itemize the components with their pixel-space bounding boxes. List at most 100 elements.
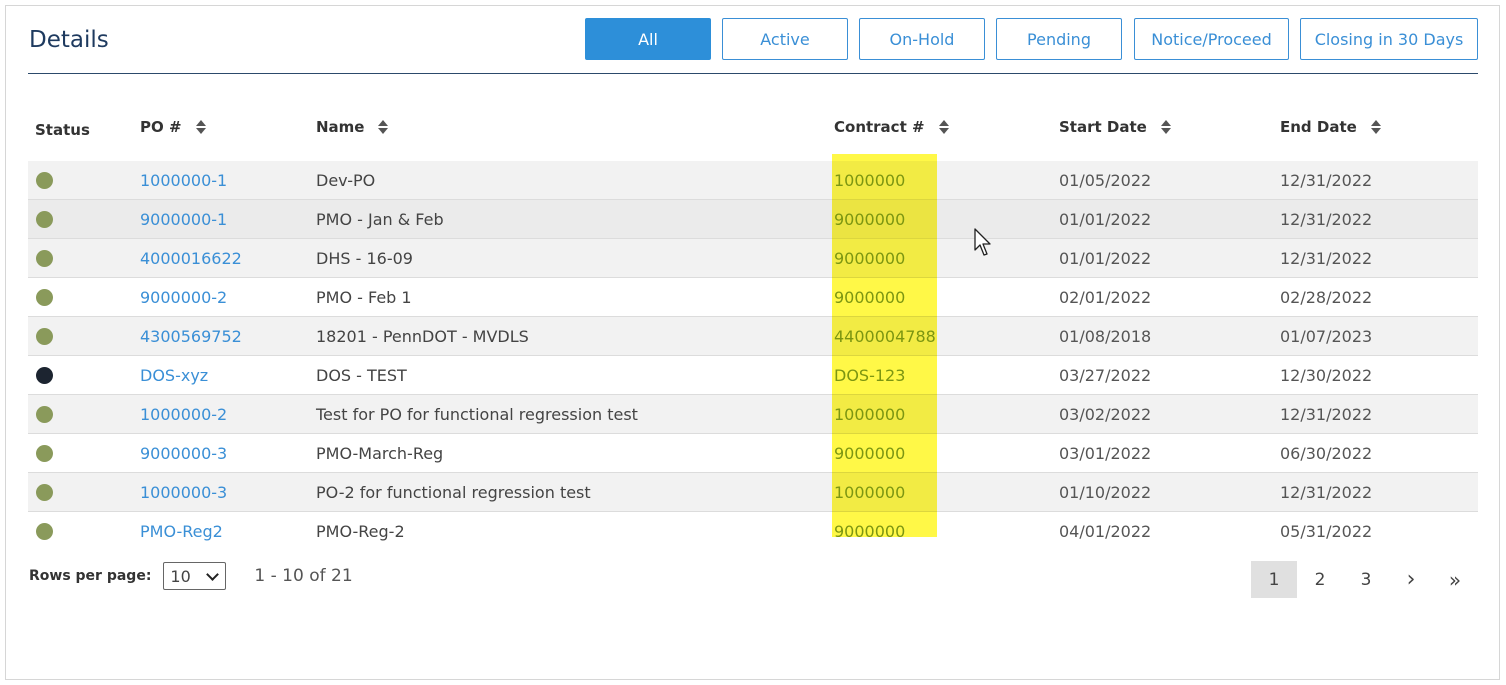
column-header-po-label: PO # — [140, 118, 182, 136]
start-date: 01/05/2022 — [1059, 171, 1152, 190]
end-date: 12/31/2022 — [1280, 171, 1373, 190]
page-1-button[interactable]: 1 — [1251, 561, 1297, 598]
status-dot-icon — [36, 250, 53, 267]
table-row[interactable]: 1000000-3 PO-2 for functional regression… — [28, 473, 1478, 512]
last-page-icon[interactable]: » — [1432, 561, 1478, 598]
po-name: PMO - Feb 1 — [316, 288, 412, 307]
page-3-button[interactable]: 3 — [1343, 561, 1389, 598]
contract-number: DOS-123 — [834, 366, 906, 385]
column-header-end-date[interactable]: End Date — [1280, 118, 1381, 136]
contract-number: 1000000 — [834, 483, 906, 502]
sort-icon[interactable] — [938, 119, 949, 135]
table-row[interactable]: PMO-Reg2 PMO-Reg-2 9000000 04/01/2022 05… — [28, 512, 1478, 551]
table-row[interactable]: 4300569752 18201 - PennDOT - MVDLS 44000… — [28, 317, 1478, 356]
start-date: 01/01/2022 — [1059, 210, 1152, 229]
column-header-name-label: Name — [316, 118, 365, 136]
table-body: 1000000-1 Dev-PO 1000000 01/05/2022 12/3… — [28, 161, 1478, 551]
po-name: 18201 - PennDOT - MVDLS — [316, 327, 529, 346]
start-date: 04/01/2022 — [1059, 522, 1152, 541]
column-header-end-date-label: End Date — [1280, 118, 1357, 136]
start-date: 03/02/2022 — [1059, 405, 1152, 424]
table-row[interactable]: 4000016622 DHS - 16-09 9000000 01/01/202… — [28, 239, 1478, 278]
start-date: 02/01/2022 — [1059, 288, 1152, 307]
contract-number: 9000000 — [834, 210, 906, 229]
po-name: PO-2 for functional regression test — [316, 483, 591, 502]
contract-number: 4400004788 — [834, 327, 936, 346]
status-dot-icon — [36, 172, 53, 189]
po-name: PMO-Reg-2 — [316, 522, 405, 541]
po-link[interactable]: 9000000-2 — [140, 278, 227, 317]
column-header-po[interactable]: PO # — [140, 118, 206, 136]
end-date: 05/31/2022 — [1280, 522, 1373, 541]
table-row[interactable]: 9000000-3 PMO-March-Reg 9000000 03/01/20… — [28, 434, 1478, 473]
status-dot-icon — [36, 367, 53, 384]
column-header-status: Status — [35, 121, 90, 139]
po-link[interactable]: 1000000-2 — [140, 395, 227, 434]
filter-closing-30-days-button[interactable]: Closing in 30 Days — [1300, 18, 1478, 60]
po-link[interactable]: 9000000-3 — [140, 434, 227, 473]
rows-per-page-select[interactable]: 10 — [163, 562, 227, 590]
po-link[interactable]: 1000000-3 — [140, 473, 227, 512]
table-row[interactable]: 9000000-2 PMO - Feb 1 9000000 02/01/2022… — [28, 278, 1478, 317]
sort-icon[interactable] — [378, 119, 389, 135]
rows-per-page-label: Rows per page: — [29, 568, 152, 584]
column-header-status-label: Status — [35, 121, 90, 139]
start-date: 01/08/2018 — [1059, 327, 1152, 346]
po-name: DOS - TEST — [316, 366, 407, 385]
end-date: 01/07/2023 — [1280, 327, 1373, 346]
sort-icon[interactable] — [195, 119, 206, 135]
status-dot-icon — [36, 211, 53, 228]
table-row[interactable]: 9000000-1 PMO - Jan & Feb 9000000 01/01/… — [28, 200, 1478, 239]
start-date: 03/27/2022 — [1059, 366, 1152, 385]
status-dot-icon — [36, 523, 53, 540]
column-header-contract[interactable]: Contract # — [834, 118, 949, 136]
status-dot-icon — [36, 484, 53, 501]
end-date: 02/28/2022 — [1280, 288, 1373, 307]
filter-active-button[interactable]: Active — [722, 18, 848, 60]
start-date: 01/01/2022 — [1059, 249, 1152, 268]
po-name: PMO - Jan & Feb — [316, 210, 444, 229]
end-date: 12/31/2022 — [1280, 483, 1373, 502]
po-name: Dev-PO — [316, 171, 376, 190]
contract-number: 9000000 — [834, 522, 906, 541]
po-link[interactable]: 4300569752 — [140, 317, 242, 356]
po-link[interactable]: DOS-xyz — [140, 356, 208, 395]
next-page-icon[interactable]: › — [1388, 561, 1434, 598]
sort-icon[interactable] — [1160, 119, 1171, 135]
filter-notice-proceed-button[interactable]: Notice/Proceed — [1134, 18, 1289, 60]
end-date: 06/30/2022 — [1280, 444, 1373, 463]
status-dot-icon — [36, 328, 53, 345]
po-link[interactable]: 1000000-1 — [140, 161, 227, 200]
filter-pending-button[interactable]: Pending — [996, 18, 1122, 60]
end-date: 12/31/2022 — [1280, 405, 1373, 424]
column-header-start-date[interactable]: Start Date — [1059, 118, 1171, 136]
end-date: 12/30/2022 — [1280, 366, 1373, 385]
start-date: 01/10/2022 — [1059, 483, 1152, 502]
end-date: 12/31/2022 — [1280, 249, 1373, 268]
column-header-contract-label: Contract # — [834, 118, 925, 136]
chevron-down-icon — [206, 568, 220, 581]
page-range: 1 - 10 of 21 — [254, 566, 353, 586]
page-2-button[interactable]: 2 — [1297, 561, 1343, 598]
mouse-cursor-icon — [974, 228, 991, 256]
table-row[interactable]: 1000000-2 Test for PO for functional reg… — [28, 395, 1478, 434]
rows-per-page-control: Rows per page: 10 1 - 10 of 21 — [29, 562, 353, 590]
status-dot-icon — [36, 406, 53, 423]
filter-all-button[interactable]: All — [585, 18, 711, 60]
start-date: 03/01/2022 — [1059, 444, 1152, 463]
rows-per-page-value: 10 — [170, 566, 191, 586]
status-dot-icon — [36, 445, 53, 462]
po-name: PMO-March-Reg — [316, 444, 444, 463]
contract-number: 9000000 — [834, 249, 906, 268]
table-row[interactable]: 1000000-1 Dev-PO 1000000 01/05/2022 12/3… — [28, 161, 1478, 200]
table-row[interactable]: DOS-xyz DOS - TEST DOS-123 03/27/2022 12… — [28, 356, 1478, 395]
po-link[interactable]: PMO-Reg2 — [140, 512, 223, 551]
filter-on-hold-button[interactable]: On-Hold — [859, 18, 985, 60]
end-date: 12/31/2022 — [1280, 210, 1373, 229]
po-link[interactable]: 4000016622 — [140, 239, 242, 278]
column-header-name[interactable]: Name — [316, 118, 389, 136]
sort-icon[interactable] — [1370, 119, 1381, 135]
header-divider — [28, 73, 1478, 74]
contract-number: 1000000 — [834, 405, 906, 424]
po-link[interactable]: 9000000-1 — [140, 200, 227, 239]
